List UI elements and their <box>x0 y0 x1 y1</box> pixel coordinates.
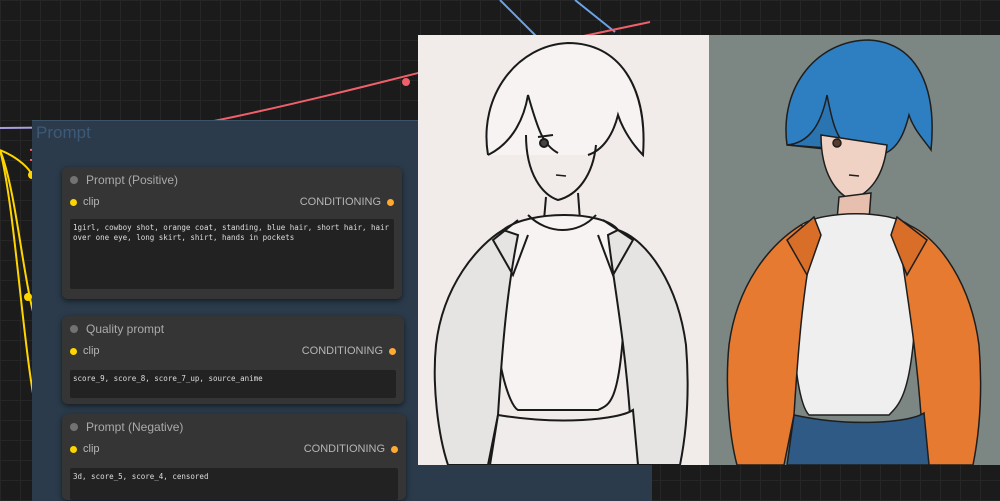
clip-socket-icon[interactable] <box>70 347 77 355</box>
clip-input-label: clip <box>83 196 100 208</box>
prompt-negative-node[interactable]: Prompt (Negative) clip CONDITIONING 3d, … <box>62 414 406 500</box>
prompt-textarea[interactable]: 1girl, cowboy shot, orange coat, standin… <box>70 219 394 289</box>
node-header[interactable]: Prompt (Positive) <box>62 167 402 193</box>
node-title: Prompt (Negative) <box>86 420 184 434</box>
clip-socket-icon[interactable] <box>70 445 77 453</box>
node-title: Prompt (Positive) <box>86 173 179 187</box>
conditioning-output-slot[interactable]: CONDITIONING <box>304 443 398 455</box>
quality-prompt-node[interactable]: Quality prompt clip CONDITIONING score_9… <box>62 316 404 404</box>
clip-input-slot[interactable]: clip <box>70 345 100 357</box>
conditioning-output-label: CONDITIONING <box>303 443 385 455</box>
node-title: Quality prompt <box>86 322 165 336</box>
collapse-dot-icon[interactable] <box>70 176 78 184</box>
prompt-positive-node[interactable]: Prompt (Positive) clip CONDITIONING 1gir… <box>62 167 402 299</box>
clip-reroute-dot[interactable] <box>24 293 32 301</box>
color-preview-image <box>709 35 1000 465</box>
node-slots: clip CONDITIONING <box>62 193 402 211</box>
node-header[interactable]: Quality prompt <box>62 316 404 342</box>
conditioning-socket-icon[interactable] <box>391 445 398 453</box>
conditioning-output-label: CONDITIONING <box>299 196 381 208</box>
conditioning-socket-icon[interactable] <box>387 198 394 206</box>
wire-reroute-dot[interactable] <box>402 78 410 86</box>
sketch-preview-image <box>418 35 709 465</box>
conditioning-socket-icon[interactable] <box>389 347 396 355</box>
node-header[interactable]: Prompt (Negative) <box>62 414 406 440</box>
node-slots: clip CONDITIONING <box>62 440 406 458</box>
conditioning-output-slot[interactable]: CONDITIONING <box>302 345 396 357</box>
clip-input-slot[interactable]: clip <box>70 196 100 208</box>
model-wire <box>574 0 616 33</box>
clip-socket-icon[interactable] <box>70 198 77 206</box>
collapse-dot-icon[interactable] <box>70 423 78 431</box>
model-wire <box>499 0 541 41</box>
group-title: Prompt <box>36 123 91 142</box>
clip-input-label: clip <box>83 443 100 455</box>
conditioning-output-label: CONDITIONING <box>301 345 383 357</box>
clip-input-slot[interactable]: clip <box>70 443 100 455</box>
conditioning-output-slot[interactable]: CONDITIONING <box>300 196 394 208</box>
prompt-textarea[interactable]: score_9, score_8, score_7_up, source_ani… <box>70 370 396 398</box>
clip-input-label: clip <box>83 345 100 357</box>
collapse-dot-icon[interactable] <box>70 325 78 333</box>
prompt-textarea[interactable]: 3d, score_5, score_4, censored <box>70 468 398 500</box>
node-slots: clip CONDITIONING <box>62 342 404 360</box>
